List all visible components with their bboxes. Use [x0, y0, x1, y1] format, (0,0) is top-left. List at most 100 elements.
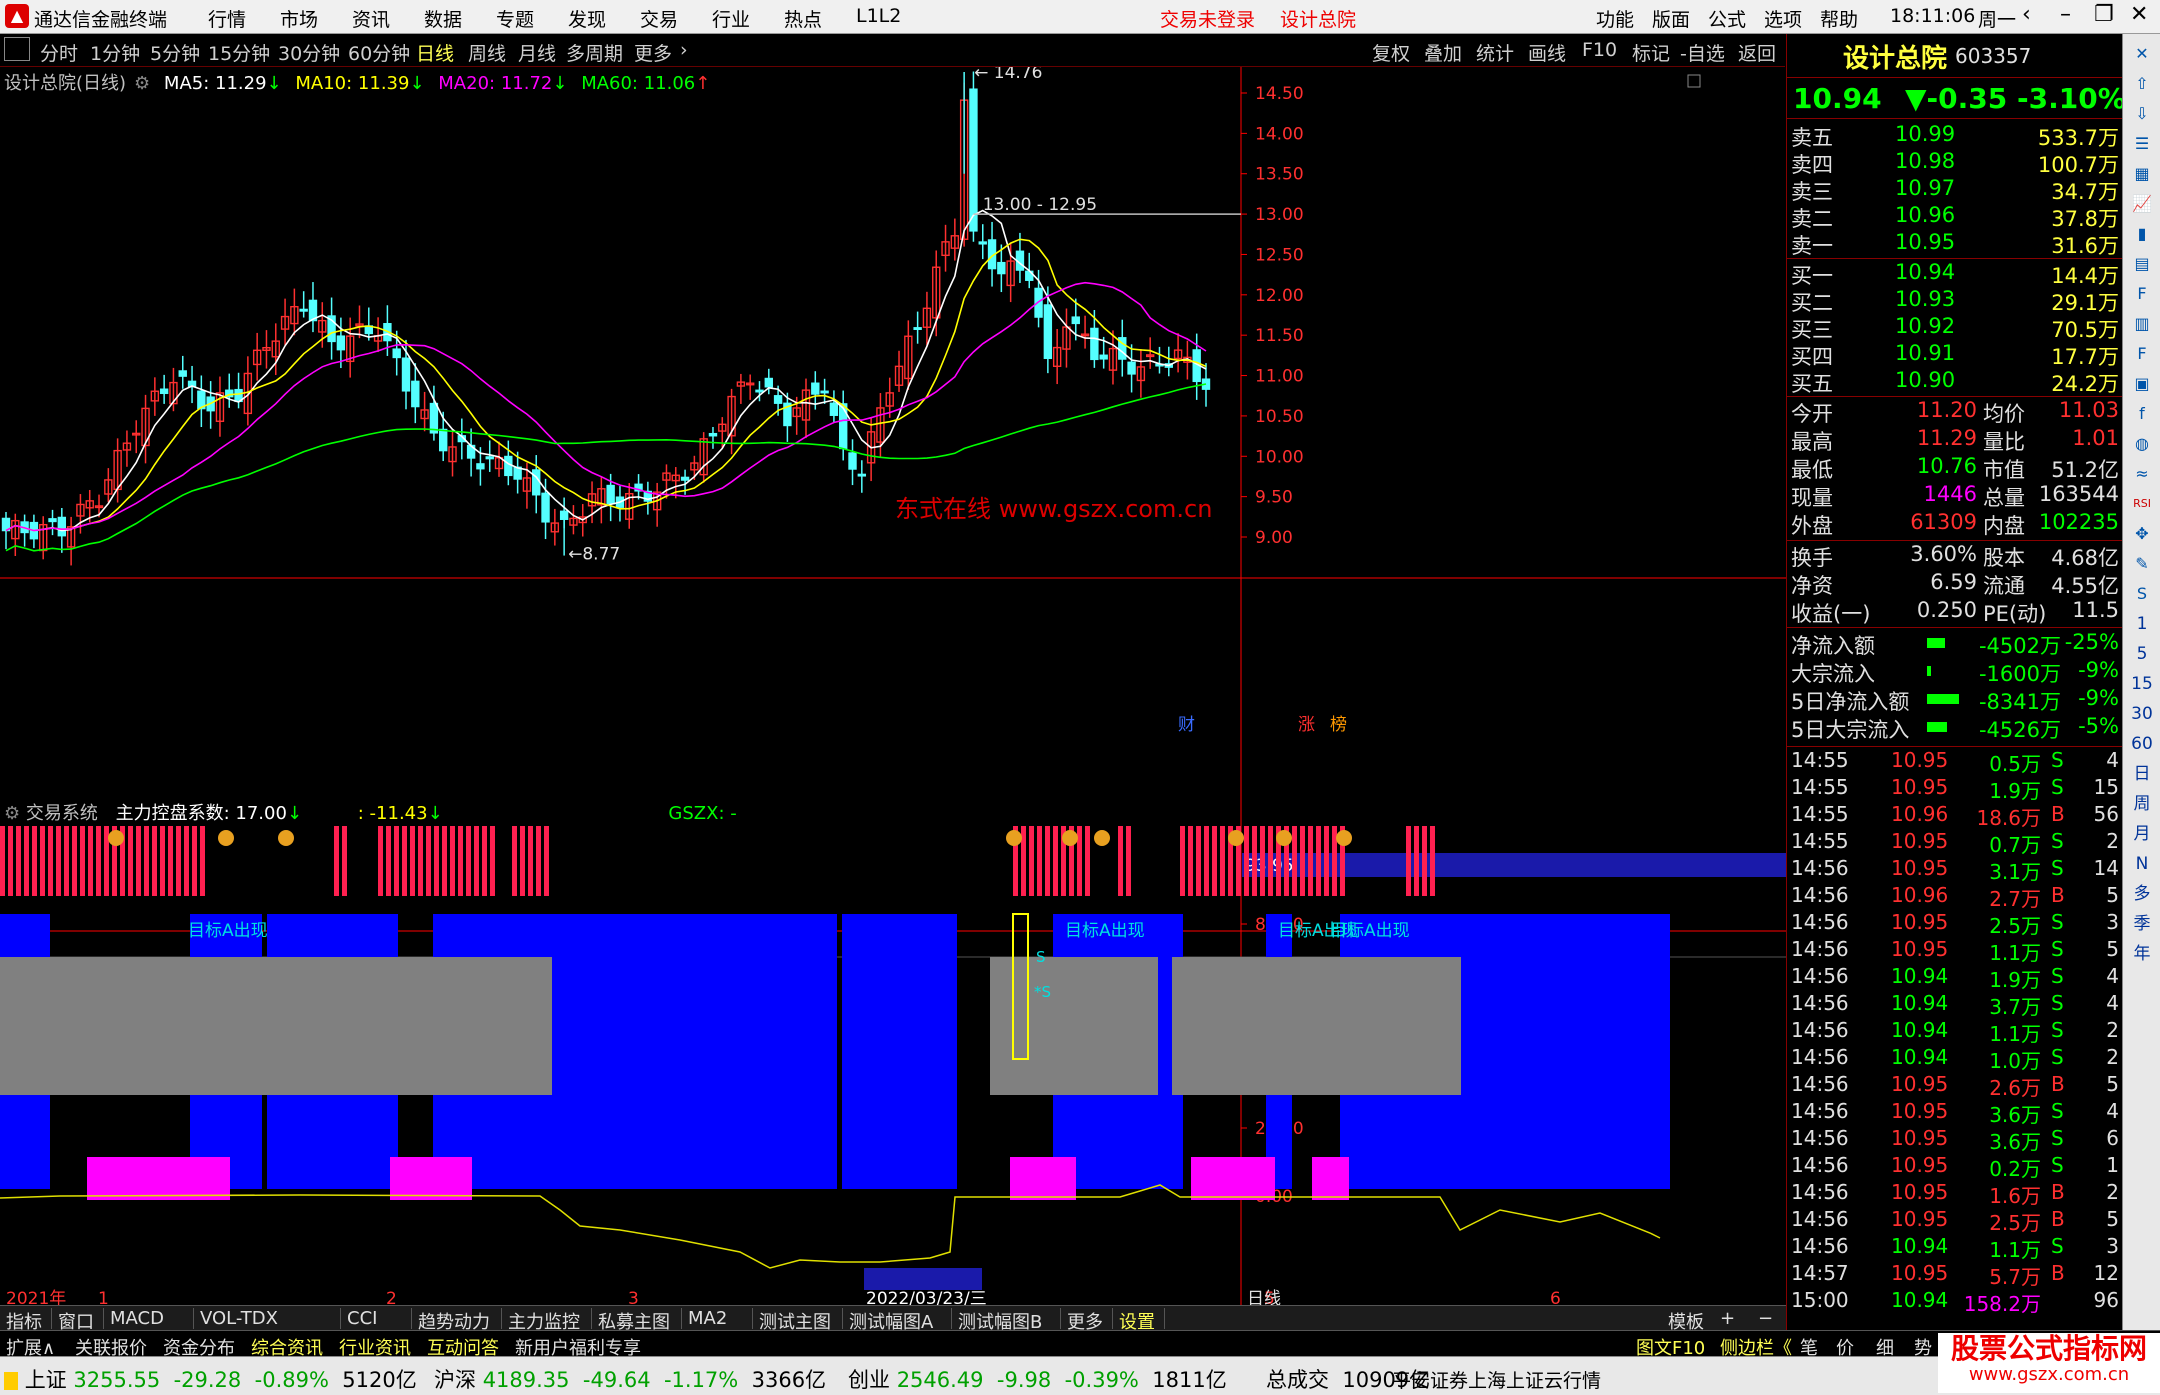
period-daily[interactable]: 日线 — [416, 39, 454, 66]
minimize-icon[interactable]: – — [2060, 2, 2071, 27]
f-icon[interactable]: F — [2129, 342, 2155, 366]
period-60min[interactable]: 60分钟 — [348, 39, 410, 66]
period-weekly[interactable]: 周线 — [468, 39, 506, 66]
btn-diejia[interactable]: 叠加 — [1424, 39, 1462, 66]
bid-row-4[interactable]: 买五 10.90 24.2万 — [1787, 368, 2123, 396]
remove-tab-button[interactable]: − — [1758, 1308, 1773, 1329]
btn-biaoji[interactable]: 标记 — [1632, 39, 1670, 66]
grid-icon[interactable]: ▦ — [2129, 162, 2155, 186]
btn-tongji[interactable]: 统计 — [1476, 39, 1514, 66]
bid-row-2[interactable]: 买三 10.92 70.5万 — [1787, 314, 2123, 342]
menu-redian[interactable]: 热点 — [784, 5, 822, 32]
menu-l1l2[interactable]: L1L2 — [856, 5, 901, 27]
bid-row-3[interactable]: 买四 10.91 17.7万 — [1787, 341, 2123, 369]
period-multi[interactable]: 多周期 — [566, 39, 623, 66]
panel-toggle-icon[interactable] — [4, 37, 30, 61]
btn-f10[interactable]: F10 — [1582, 39, 1617, 61]
bid-row-1[interactable]: 买二 10.93 29.1万 — [1787, 287, 2123, 315]
menu-gongneng[interactable]: 功能 — [1596, 5, 1634, 32]
tick-price: 10.95 — [1891, 775, 1949, 799]
stat-value: 4.68亿 — [2051, 546, 2119, 570]
menu-banmian[interactable]: 版面 — [1652, 5, 1690, 32]
period-monthly[interactable]: 月线 — [518, 39, 556, 66]
period-30min[interactable]: 30分钟 — [278, 39, 340, 66]
period-shortcut-15[interactable]: 15 — [2129, 672, 2155, 696]
period-shortcut-月[interactable]: 月 — [2129, 822, 2155, 846]
period-shortcut-N[interactable]: N — [2129, 852, 2155, 876]
period-shortcut-周[interactable]: 周 — [2129, 792, 2155, 816]
close-window-icon[interactable]: ✕ — [2130, 2, 2148, 27]
tick-count: 14 — [2093, 856, 2119, 880]
tab-indicator-2[interactable]: MACD — [110, 1308, 164, 1329]
period-shortcut-年[interactable]: 年 — [2129, 942, 2155, 966]
globe-icon[interactable]: ◍ — [2129, 432, 2155, 456]
ask-row-3[interactable]: 卖二 10.96 37.8万 — [1787, 203, 2123, 231]
sub-settings-icon[interactable]: ⚙ — [4, 803, 20, 824]
tab-indicator-3[interactable]: VOL-TDX — [200, 1308, 278, 1329]
ad-banner[interactable]: 股票公式指标网 www.gszx.com.cn — [1938, 1333, 2160, 1393]
index-sh[interactable]: 上证 3255.55 -29.28 -0.89% 5120亿 — [4, 1364, 417, 1394]
chart-canvas[interactable]: 14.50 14.00 13.50 13.00 12.50 12.00 11.50 11.00… — [0, 67, 1786, 1305]
menu-jiaoyi[interactable]: 交易 — [640, 5, 678, 32]
index-cy[interactable]: 创业 2546.49 -9.98 -0.39% 1811亿 — [848, 1364, 1227, 1394]
list-icon[interactable]: ☰ — [2129, 132, 2155, 156]
chevron-right-icon[interactable]: › — [680, 39, 688, 61]
back-icon[interactable]: ‹ — [2022, 2, 2031, 27]
menu-zixun[interactable]: 资讯 — [352, 5, 390, 32]
menu-faxian[interactable]: 发现 — [568, 5, 606, 32]
add-tab-button[interactable]: + — [1720, 1308, 1735, 1329]
menu-hangye[interactable]: 行业 — [712, 5, 750, 32]
chart-area[interactable]: 14.50 14.00 13.50 13.00 12.50 12.00 11.50 11.00… — [0, 67, 1786, 1330]
trade-status[interactable]: 交易未登录 — [1160, 5, 1255, 32]
candle-icon[interactable]: ▮ — [2129, 222, 2155, 246]
settings-icon[interactable]: ⚙ — [134, 73, 150, 94]
rsi-icon[interactable]: RSI — [2129, 492, 2155, 516]
menu-gongshi[interactable]: 公式 — [1708, 5, 1746, 32]
btn-fuquan[interactable]: 复权 — [1372, 39, 1410, 66]
menu-hangqing[interactable]: 行情 — [208, 5, 246, 32]
period-shortcut-季[interactable]: 季 — [2129, 912, 2155, 936]
tile-icon[interactable]: ▣ — [2129, 372, 2155, 396]
doc-icon[interactable]: ▤ — [2129, 252, 2155, 276]
period-shortcut-60[interactable]: 60 — [2129, 732, 2155, 756]
period-shortcut-5[interactable]: 5 — [2129, 642, 2155, 666]
menu-bangzhu[interactable]: 帮助 — [1820, 5, 1858, 32]
btn-huaxian[interactable]: 画线 — [1528, 39, 1566, 66]
period-shortcut-多[interactable]: 多 — [2129, 882, 2155, 906]
f10-icon[interactable]: F — [2129, 282, 2155, 306]
wave-icon[interactable]: ≈ — [2129, 462, 2155, 486]
period-shortcut-日[interactable]: 日 — [2129, 762, 2155, 786]
menu-xuanxiang[interactable]: 选项 — [1764, 5, 1802, 32]
menu-zhuanti[interactable]: 专题 — [496, 5, 534, 32]
period-5min[interactable]: 5分钟 — [150, 39, 200, 66]
ask-row-4[interactable]: 卖一 10.95 31.6万 — [1787, 230, 2123, 258]
coin-icon — [278, 830, 294, 846]
menu-shuju[interactable]: 数据 — [424, 5, 462, 32]
menu-shichang[interactable]: 市场 — [280, 5, 318, 32]
btn-fanhui[interactable]: 返回 — [1738, 39, 1776, 66]
ft-icon[interactable]: f — [2129, 402, 2155, 426]
close-icon[interactable]: ✕ — [2129, 42, 2155, 66]
down-icon[interactable]: ⇩ — [2129, 102, 2155, 126]
ask-row-1[interactable]: 卖四 10.98 100.7万 — [1787, 149, 2123, 177]
period-shortcut-1[interactable]: 1 — [2129, 612, 2155, 636]
table-icon[interactable]: ▥ — [2129, 312, 2155, 336]
period-1min[interactable]: 1分钟 — [90, 39, 140, 66]
move-icon[interactable]: ✥ — [2129, 522, 2155, 546]
period-more[interactable]: 更多 — [634, 39, 672, 66]
bid-row-0[interactable]: 买一 10.94 14.4万 — [1787, 260, 2123, 288]
tab-indicator-8[interactable]: MA2 — [688, 1308, 727, 1329]
chart-icon[interactable]: 📈 — [2129, 192, 2155, 216]
ask-row-0[interactable]: 卖五 10.99 533.7万 — [1787, 122, 2123, 150]
btn-zixuan[interactable]: -自选 — [1680, 39, 1725, 66]
period-fenshi[interactable]: 分时 — [40, 39, 78, 66]
period-shortcut-30[interactable]: 30 — [2129, 702, 2155, 726]
tab-indicator-4[interactable]: CCI — [347, 1308, 377, 1329]
s-icon[interactable]: S — [2129, 582, 2155, 606]
restore-icon[interactable]: ❐ — [2094, 2, 2114, 27]
pen-icon[interactable]: ✎ — [2129, 552, 2155, 576]
ask-row-2[interactable]: 卖三 10.97 34.7万 — [1787, 176, 2123, 204]
up-icon[interactable]: ⇧ — [2129, 72, 2155, 96]
period-15min[interactable]: 15分钟 — [208, 39, 270, 66]
index-hs[interactable]: 沪深 4189.35 -49.64 -1.17% 3366亿 — [434, 1364, 826, 1394]
